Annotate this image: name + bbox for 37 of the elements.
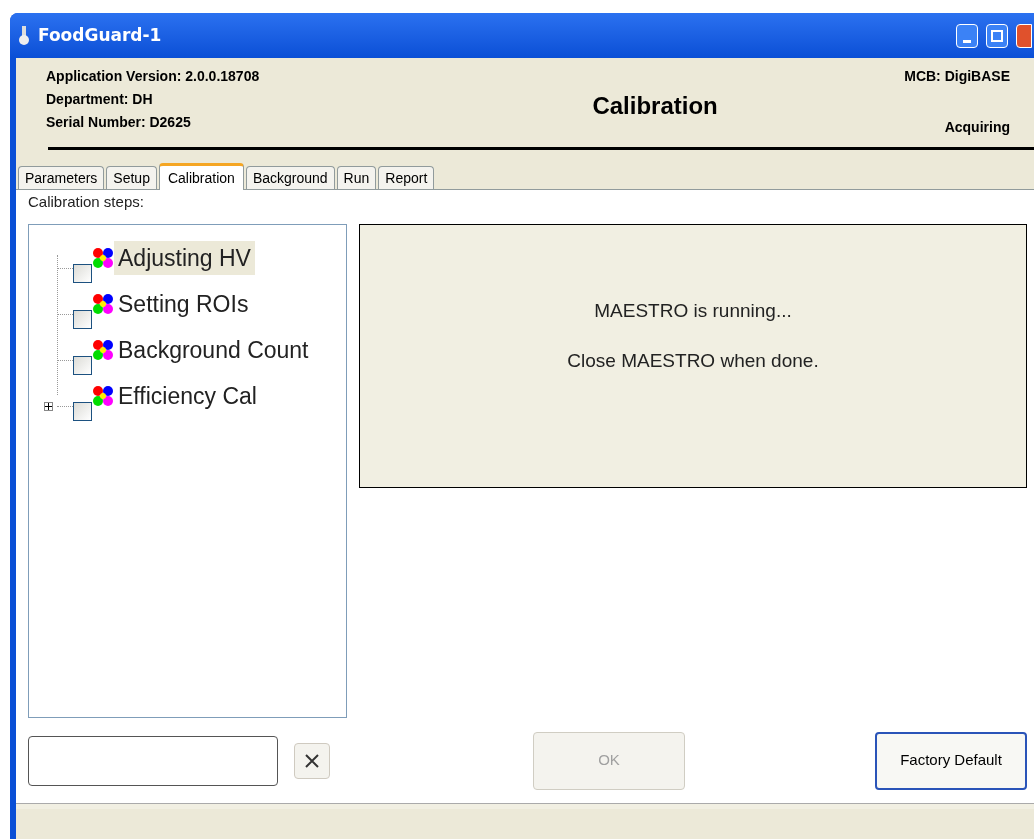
checkbox[interactable] (73, 355, 92, 375)
minimize-button[interactable] (956, 23, 978, 48)
input-field[interactable] (28, 735, 278, 786)
checkbox[interactable] (73, 309, 92, 329)
tree-item[interactable]: Setting ROIs (114, 286, 253, 321)
close-button[interactable] (1016, 23, 1032, 48)
info-label: Department: DH (46, 90, 154, 109)
checkbox[interactable] (73, 401, 92, 421)
tree-item[interactable]: Background Count (114, 332, 313, 367)
mcb-label: MCB: DigiBASE (904, 67, 1010, 86)
dots-icon (92, 384, 114, 407)
tab[interactable]: Calibration (158, 163, 244, 190)
message-text: MAESTRO is running... (594, 298, 792, 323)
tab[interactable]: Parameters (18, 166, 105, 189)
message-text: Close MAESTRO when done. (567, 349, 819, 373)
tab[interactable]: Run (336, 166, 377, 189)
tree-item[interactable]: Adjusting HV (114, 240, 255, 275)
tree-item[interactable]: Efficiency Cal (114, 378, 261, 413)
page-title: Calibration (592, 91, 718, 121)
tab[interactable]: Setup (106, 166, 157, 189)
checkbox[interactable] (73, 263, 92, 283)
dots-icon (92, 246, 114, 269)
info-label: Serial Number: D2625 (46, 113, 192, 132)
expand-icon[interactable] (43, 401, 53, 411)
tab[interactable]: Background (245, 166, 335, 189)
maximize-button[interactable] (986, 23, 1008, 48)
clear-button[interactable] (294, 742, 330, 779)
info-label: Application Version: 2.0.0.18708 (46, 67, 261, 86)
window-title: FoodGuard-1 (38, 23, 162, 47)
factory-default-button[interactable]: Factory Default (875, 731, 1027, 790)
tab[interactable]: Report (378, 166, 435, 189)
status-label: Acquiring (944, 118, 1010, 137)
dots-icon (92, 338, 114, 361)
section-label: Calibration steps: (28, 192, 145, 212)
dots-icon (92, 292, 114, 315)
clear-icon (304, 752, 320, 769)
flask-icon (18, 25, 30, 46)
